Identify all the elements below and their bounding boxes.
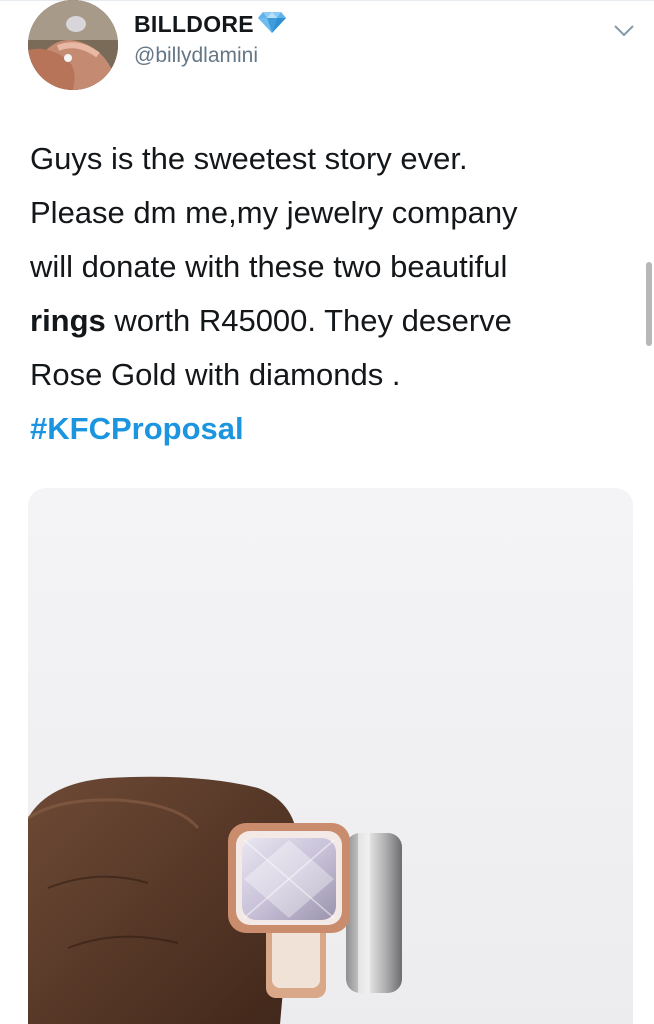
tweet-line-rest: worth R45000. They deserve bbox=[105, 303, 512, 338]
name-row[interactable]: BILLDORE bbox=[134, 10, 287, 39]
bold-word: rings bbox=[30, 303, 106, 338]
tweet-line: rings worth R45000. They deserve bbox=[30, 294, 630, 348]
chevron-down-icon[interactable] bbox=[610, 16, 638, 44]
tweet-text: Guys is the sweetest story ever. Please … bbox=[30, 132, 630, 456]
display-name[interactable]: BILLDORE bbox=[134, 11, 254, 38]
tweet-card: BILLDORE @billydlamini Guys is the sweet… bbox=[0, 0, 654, 1024]
scrollbar[interactable] bbox=[646, 262, 652, 346]
tweet-line: Please dm me,my jewelry company bbox=[30, 195, 518, 230]
tweet-line: Guys is the sweetest story ever. bbox=[30, 141, 468, 176]
tweet-line: Rose Gold with diamonds . bbox=[30, 357, 401, 392]
divider bbox=[0, 0, 654, 1]
hashtag-link[interactable]: #KFCProposal bbox=[30, 411, 244, 446]
handle[interactable]: @billydlamini bbox=[134, 44, 258, 68]
tweet-line: will donate with these two beautiful bbox=[30, 249, 508, 284]
diamond-icon bbox=[257, 10, 287, 39]
avatar[interactable] bbox=[28, 0, 118, 90]
tweet-media-image[interactable] bbox=[28, 488, 633, 1024]
